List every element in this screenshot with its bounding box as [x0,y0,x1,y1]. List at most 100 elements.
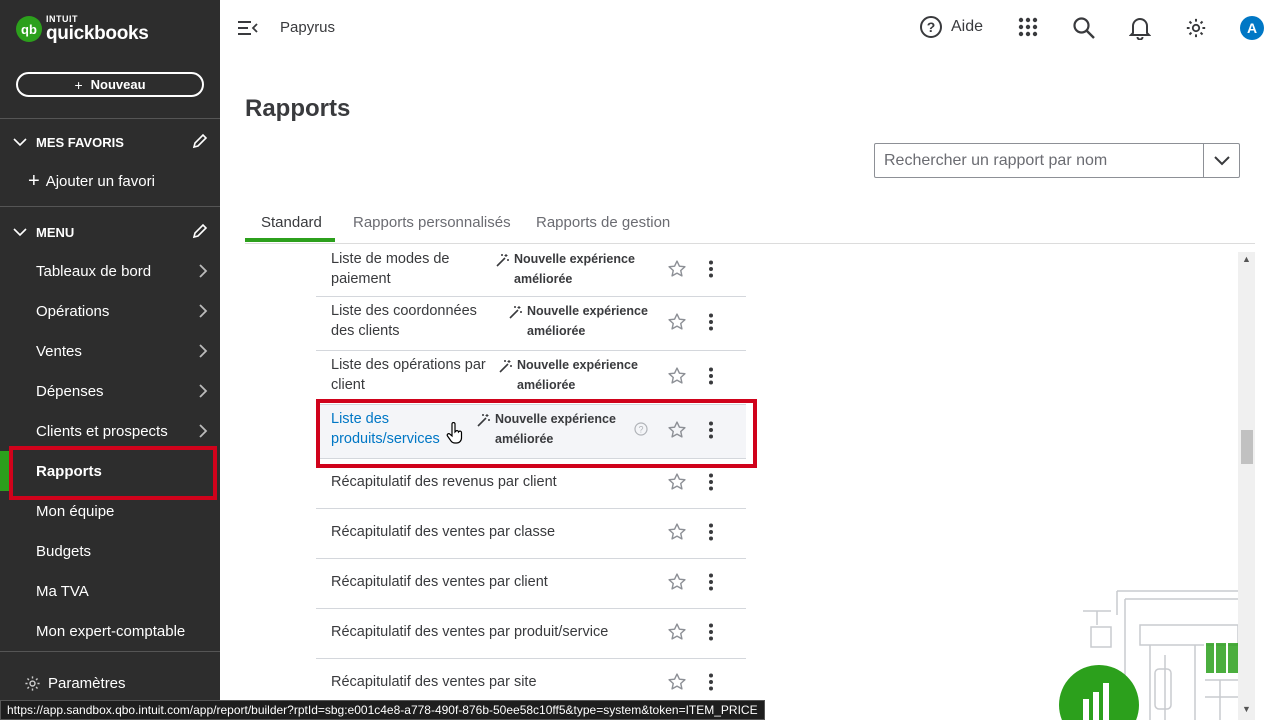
highlight-annotation-rapports [9,446,217,500]
new-button[interactable]: + Nouveau [16,72,204,97]
tab-management-reports[interactable]: Rapports de gestion [536,204,670,241]
more-options-icon[interactable] [708,260,714,278]
favorite-star-icon[interactable] [667,259,687,279]
qb-logo-icon: qb [16,16,42,42]
gear-icon [25,676,40,691]
report-row[interactable]: Récapitulatif des ventes par client [316,559,746,609]
active-indicator [0,451,9,491]
favorite-star-icon[interactable] [667,522,687,542]
magic-wand-icon [499,360,512,373]
sidebar-item-my-team[interactable]: Mon équipe [36,500,212,522]
chevron-down-icon [13,228,27,237]
collapse-menu-icon[interactable] [237,18,259,38]
sidebar-item-label: Mon expert-comptable [36,622,186,640]
user-avatar[interactable]: A [1240,16,1264,40]
plus-icon: + [74,76,83,93]
favorite-star-icon[interactable] [667,622,687,642]
more-options-icon[interactable] [708,623,714,641]
favorite-star-icon[interactable] [667,366,687,386]
help-button[interactable]: ? Aide [920,16,983,38]
report-name-link[interactable]: Liste des opérations par client [331,355,493,395]
bell-icon[interactable] [1129,16,1151,40]
sidebar-item-accountant[interactable]: Mon expert-comptable [36,620,212,642]
sidebar-item-customers[interactable]: Clients et prospects [36,420,212,442]
new-experience-label: Nouvelle expérience améliorée [514,252,635,286]
company-name: Papyrus [280,19,336,36]
more-options-icon[interactable] [708,673,714,691]
tab-custom-reports[interactable]: Rapports personnalisés [353,204,511,241]
report-row[interactable]: Récapitulatif des ventes par classe [316,509,746,559]
sidebar-item-expenses[interactable]: Dépenses [36,380,212,402]
magic-wand-icon [509,306,522,319]
menu-heading: MENU [36,224,75,240]
sidebar-item-transactions[interactable]: Opérations [36,300,212,322]
more-options-icon[interactable] [708,473,714,491]
page-title: Rapports [245,95,351,122]
sidebar-item-label: Opérations [36,302,110,320]
scroll-thumb[interactable] [1241,430,1253,464]
menu-section-toggle[interactable]: MENU [12,221,212,243]
favorite-star-icon[interactable] [667,312,687,332]
reports-illustration [1059,590,1238,720]
new-experience-badge: Nouvelle expérience améliorée [508,301,657,341]
sidebar-item-dashboards[interactable]: Tableaux de bord [36,260,212,282]
report-row[interactable]: Récapitulatif des ventes par produit/ser… [316,609,746,659]
new-experience-badge: Nouvelle expérience améliorée [498,355,647,395]
tab-standard[interactable]: Standard [261,204,322,241]
chevron-down-icon [1213,155,1230,165]
scroll-up-icon[interactable]: ▲ [1242,254,1251,264]
pencil-icon[interactable] [191,133,208,150]
sidebar-item-label: Budgets [36,542,92,560]
report-row[interactable]: Liste de modes de paiement Nouvelle expér… [316,245,746,297]
settings-link[interactable]: Paramètres [24,675,126,692]
gear-icon[interactable] [1185,16,1207,40]
logo-quickbooks-text: quickbooks [46,23,149,44]
chevron-right-icon [199,344,208,358]
chevron-right-icon [199,424,208,438]
more-options-icon[interactable] [708,313,714,331]
divider [0,118,220,119]
favorites-section-toggle[interactable]: MES FAVORIS [12,131,212,153]
chevron-right-icon [199,304,208,318]
apps-grid-icon[interactable] [1018,16,1038,38]
new-experience-badge: Nouvelle expérience améliorée [495,249,644,289]
pencil-icon[interactable] [191,223,208,240]
scroll-down-icon[interactable]: ▼ [1242,704,1251,714]
more-options-icon[interactable] [708,573,714,591]
sidebar-item-vat[interactable]: Ma TVA [36,580,212,602]
report-name-link[interactable]: Liste de modes de paiement [331,249,471,289]
chevron-right-icon [199,384,208,398]
sidebar-item-sales[interactable]: Ventes [36,340,212,362]
sidebar-item-label: Tableaux de bord [36,262,152,280]
quickbooks-logo[interactable]: qb INTUIT quickbooks [16,15,149,43]
report-search-input[interactable] [875,144,1203,177]
more-options-icon[interactable] [708,367,714,385]
search-dropdown-toggle[interactable] [1203,144,1239,177]
help-icon: ? [920,16,942,38]
settings-label: Paramètres [48,675,126,692]
tab-custom-reports-label: Rapports personnalisés [353,214,511,231]
sidebar-item-budgets[interactable]: Budgets [36,540,212,562]
add-favorite-label: Ajouter un favori [45,173,155,190]
list-scrollbar[interactable]: ▲ ▼ [1238,252,1255,720]
more-options-icon[interactable] [708,523,714,541]
plus-icon: + [28,170,40,192]
hand-cursor-icon [446,422,463,444]
report-row[interactable]: Liste des coordonnées des clients Nouvell… [316,297,746,351]
add-favorite-link[interactable]: + Ajouter un favori [28,170,155,193]
sidebar: qb INTUIT quickbooks + Nouveau MES FAVOR… [0,0,220,720]
sidebar-item-label: Clients et prospects [36,422,168,440]
favorite-star-icon[interactable] [667,672,687,692]
new-button-label: Nouveau [90,77,146,92]
sidebar-item-label: Ma TVA [36,582,89,600]
favorite-star-icon[interactable] [667,472,687,492]
report-name-link[interactable]: Liste des coordonnées des clients [331,301,486,341]
help-label: Aide [951,18,984,35]
favorite-star-icon[interactable] [667,572,687,592]
active-tab-underline [245,238,335,242]
status-bar-url: https://app.sandbox.qbo.intuit.com/app/r… [0,700,765,720]
search-icon[interactable] [1072,16,1096,40]
new-experience-label: Nouvelle expérience améliorée [517,358,638,392]
report-row[interactable]: Liste des opérations par client Nouvelle … [316,351,746,405]
highlight-annotation-product-list [316,399,757,468]
